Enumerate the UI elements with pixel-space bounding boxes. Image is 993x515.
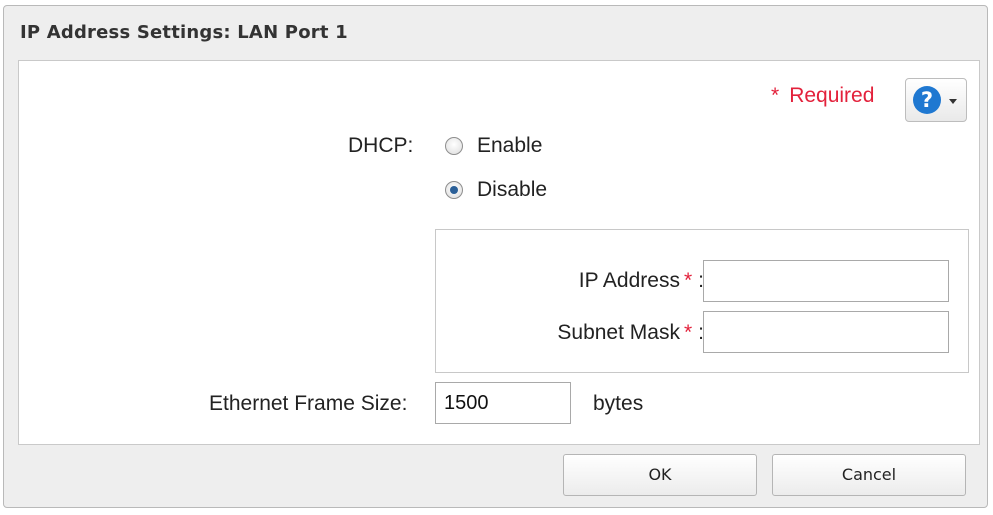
subnet-mask-input[interactable] — [703, 311, 949, 353]
dhcp-enable-option[interactable]: Enable — [445, 134, 542, 158]
help-menu-button[interactable]: ? — [905, 78, 967, 122]
dialog-title: IP Address Settings: LAN Port 1 — [20, 22, 348, 43]
subnet-mask-label-text: Subnet Mask — [557, 321, 680, 344]
caret-down-icon — [949, 99, 957, 104]
ok-button[interactable]: OK — [563, 454, 757, 496]
dhcp-disable-option[interactable]: Disable — [445, 178, 547, 202]
subnet-mask-required-mark: * — [683, 321, 693, 344]
static-ip-group: IP Address *: Subnet Mask *: — [435, 229, 969, 373]
dhcp-disable-radio[interactable] — [445, 181, 463, 199]
required-note: * Required — [771, 84, 874, 108]
frame-size-input[interactable] — [435, 382, 571, 424]
dhcp-enable-radio[interactable] — [445, 137, 463, 155]
ip-address-required-mark: * — [683, 269, 693, 292]
ip-address-label: IP Address *: — [579, 269, 704, 293]
frame-size-label: Ethernet Frame Size: — [209, 392, 408, 415]
ip-address-input[interactable] — [703, 260, 949, 302]
dhcp-enable-label: Enable — [477, 134, 543, 157]
ip-address-label-text: IP Address — [578, 269, 680, 292]
frame-size-unit: bytes — [593, 392, 644, 415]
question-circle-icon: ? — [913, 86, 941, 114]
dialog-body: * Required ? DHCP: Enable Disable IP Addr… — [18, 60, 980, 445]
required-label: Required — [789, 84, 875, 107]
required-star: * — [771, 84, 780, 107]
cancel-button[interactable]: Cancel — [772, 454, 966, 496]
dhcp-label: DHCP: — [348, 134, 414, 157]
ip-settings-dialog: IP Address Settings: LAN Port 1 * Require… — [3, 5, 988, 508]
dhcp-disable-label: Disable — [477, 178, 548, 201]
subnet-mask-label: Subnet Mask *: — [557, 321, 704, 345]
